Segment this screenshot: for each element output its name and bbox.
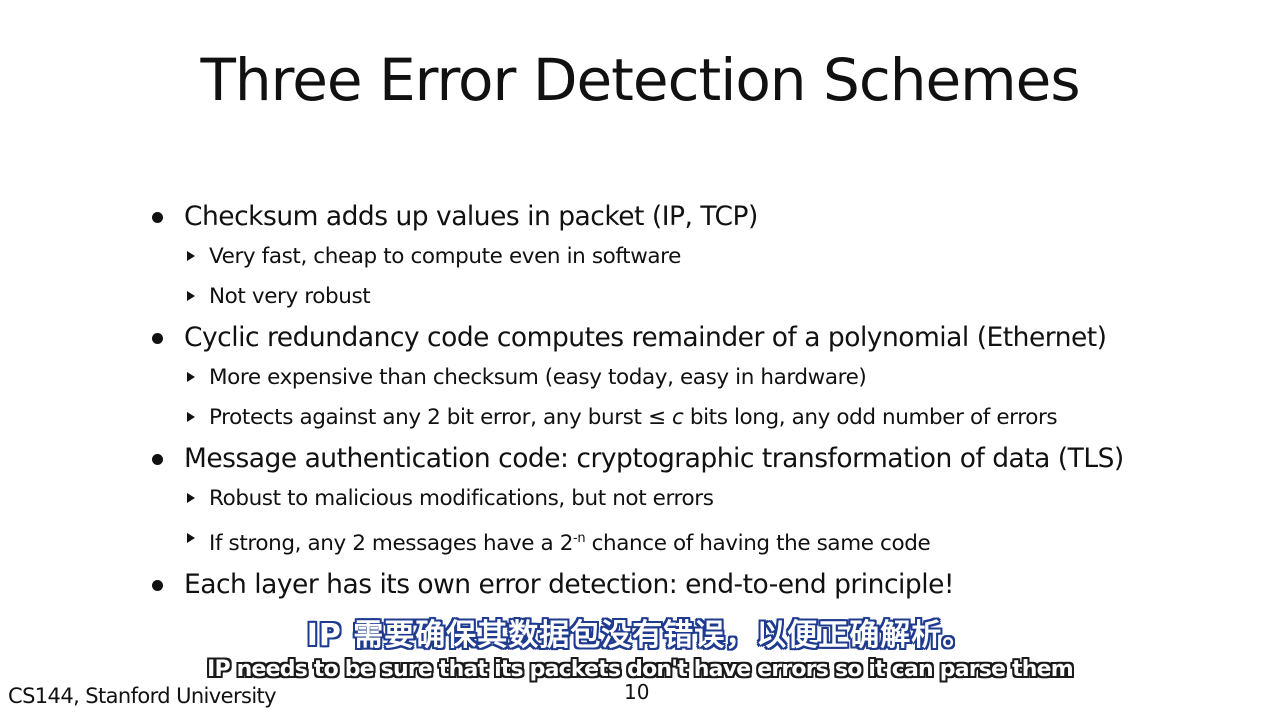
slide-title: Three Error Detection Schemes bbox=[200, 46, 1080, 114]
sub-bullet-robust: Not very robust bbox=[150, 277, 1250, 317]
bullet-text: Message authentication code: cryptograph… bbox=[184, 443, 1124, 474]
triangle-bullet-icon bbox=[187, 412, 195, 422]
bullet-checksum: Checksum adds up values in packet (IP, T… bbox=[150, 197, 1250, 237]
bullet-dot-icon bbox=[152, 212, 163, 223]
bullet-text: Each layer has its own error detection: … bbox=[184, 569, 955, 600]
sub-bullet-text-start: If strong, any 2 messages have a 2 bbox=[209, 531, 574, 556]
sub-bullet-malicious: Robust to malicious modifications, but n… bbox=[150, 479, 1250, 519]
sub-bullet-text: Robust to malicious modifications, but n… bbox=[209, 486, 714, 511]
triangle-bullet-icon bbox=[187, 372, 195, 382]
bullet-end-to-end: Each layer has its own error detection: … bbox=[150, 565, 1250, 605]
exponent: -n bbox=[573, 531, 586, 546]
sub-bullet-expensive: More expensive than checksum (easy today… bbox=[150, 358, 1250, 398]
variable-c: c bbox=[672, 405, 684, 430]
triangle-bullet-icon bbox=[187, 533, 195, 543]
bullet-list: Checksum adds up values in packet (IP, T… bbox=[150, 196, 1250, 605]
bullet-text: Checksum adds up values in packet (IP, T… bbox=[184, 201, 758, 232]
triangle-bullet-icon bbox=[187, 291, 195, 301]
bullet-dot-icon bbox=[152, 333, 163, 344]
triangle-bullet-icon bbox=[187, 493, 195, 503]
subtitle-chinese: IP 需要确保其数据包没有错误，以便正确解析。 bbox=[306, 618, 974, 653]
sub-bullet-protects: Protects against any 2 bit error, any bu… bbox=[150, 398, 1250, 438]
sub-bullet-fast: Very fast, cheap to compute even in soft… bbox=[150, 237, 1250, 277]
sub-bullet-text: More expensive than checksum (easy today… bbox=[209, 365, 867, 390]
triangle-bullet-icon bbox=[187, 251, 195, 261]
bullet-mac: Message authentication code: cryptograph… bbox=[150, 439, 1250, 479]
bullet-text: Cyclic redundancy code computes remainde… bbox=[184, 322, 1107, 353]
sub-bullet-text-end: bits long, any odd number of errors bbox=[683, 405, 1058, 430]
slide: Three Error Detection Schemes Checksum a… bbox=[0, 0, 1280, 720]
less-equal-symbol: ≤ bbox=[647, 405, 666, 430]
sub-bullet-text: Very fast, cheap to compute even in soft… bbox=[209, 244, 681, 269]
sub-bullet-text: Not very robust bbox=[209, 284, 371, 309]
bullet-crc: Cyclic redundancy code computes remainde… bbox=[150, 318, 1250, 358]
page-number: 10 bbox=[624, 680, 650, 704]
bullet-dot-icon bbox=[152, 454, 163, 465]
sub-bullet-strong: If strong, any 2 messages have a 2-n cha… bbox=[150, 519, 1250, 564]
subtitle-english: IP needs to be sure that its packets don… bbox=[207, 657, 1074, 682]
sub-bullet-text-start: Protects against any 2 bit error, any bu… bbox=[209, 405, 648, 430]
bullet-dot-icon bbox=[152, 580, 163, 591]
sub-bullet-text-end: chance of having the same code bbox=[585, 531, 931, 556]
footer-course: CS144, Stanford University bbox=[8, 684, 277, 708]
